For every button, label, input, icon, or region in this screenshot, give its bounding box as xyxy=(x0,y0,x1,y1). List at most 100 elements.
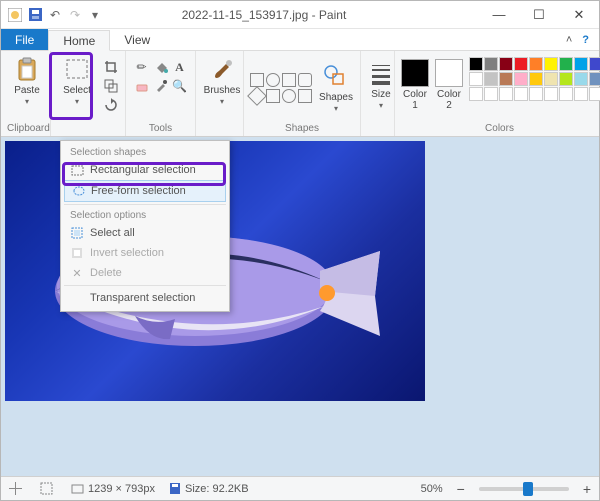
zoom-thumb[interactable] xyxy=(523,482,533,496)
palette-swatch[interactable] xyxy=(529,57,543,71)
delete-item: ✕ Delete xyxy=(64,263,226,283)
shapes-button[interactable]: Shapes▾ xyxy=(318,62,354,114)
freeform-icon xyxy=(71,184,85,198)
minimize-button[interactable]: — xyxy=(479,1,519,28)
freeform-selection-item[interactable]: Free-form selection xyxy=(64,180,226,202)
ribbon: Paste▾ Clipboard Select▾ Image xyxy=(1,51,599,137)
zoom-out-button[interactable]: − xyxy=(457,481,465,497)
palette-swatch[interactable] xyxy=(529,87,543,101)
palette-swatch[interactable] xyxy=(514,57,528,71)
size-button[interactable]: Size▾ xyxy=(367,55,395,111)
palette-swatch[interactable] xyxy=(529,72,543,86)
paint-window: ↶ ↷ ▾ 2022-11-15_153917.jpg - Paint — ☐ … xyxy=(0,0,600,501)
help-icon[interactable]: ? xyxy=(582,34,589,46)
palette-swatch[interactable] xyxy=(499,72,513,86)
selection-size-icon xyxy=(40,482,53,495)
palette-swatch[interactable] xyxy=(544,72,558,86)
clipboard-icon xyxy=(14,57,40,83)
palette-swatch[interactable] xyxy=(469,87,483,101)
select-all-item[interactable]: Select all xyxy=(64,223,226,243)
view-tab[interactable]: View xyxy=(110,29,164,50)
cursor-position xyxy=(9,482,26,495)
palette-swatch[interactable] xyxy=(589,72,600,86)
color1-button[interactable]: Color 1 xyxy=(401,55,429,111)
rotate-icon[interactable] xyxy=(103,97,119,113)
palette-swatch[interactable] xyxy=(589,87,600,101)
quick-access-toolbar: ↶ ↷ ▾ xyxy=(1,7,109,23)
palette-swatch[interactable] xyxy=(469,72,483,86)
status-bar: 1239 × 793px Size: 92.2KB 50% − + xyxy=(1,476,599,500)
color2-button[interactable]: Color 2 xyxy=(435,55,463,111)
palette-swatch[interactable] xyxy=(559,57,573,71)
invert-icon xyxy=(70,246,84,260)
delete-icon: ✕ xyxy=(70,266,84,280)
magnifier-icon[interactable]: 🔍 xyxy=(172,78,187,94)
crop-icon[interactable] xyxy=(103,59,119,75)
undo-icon[interactable]: ↶ xyxy=(47,7,63,23)
clipboard-group: Paste▾ Clipboard xyxy=(1,51,51,136)
zoom-slider[interactable] xyxy=(479,487,569,491)
color-palette[interactable] xyxy=(469,57,600,101)
rectangle-icon xyxy=(70,163,84,177)
collapse-ribbon-icon[interactable]: ˄ xyxy=(566,34,572,46)
palette-swatch[interactable] xyxy=(574,57,588,71)
select-icon xyxy=(64,57,90,83)
app-icon xyxy=(7,7,23,23)
zoom-in-button[interactable]: + xyxy=(583,481,591,497)
select-button[interactable]: Select▾ xyxy=(57,55,97,107)
palette-swatch[interactable] xyxy=(484,57,498,71)
brushes-button[interactable]: Brushes▾ xyxy=(202,55,242,107)
palette-swatch[interactable] xyxy=(574,72,588,86)
qat-dropdown-icon[interactable]: ▾ xyxy=(87,7,103,23)
shapes-group: Shapes▾ Shapes xyxy=(244,51,361,136)
file-tab[interactable]: File xyxy=(1,29,48,50)
palette-swatch[interactable] xyxy=(514,87,528,101)
shapes-group-label: Shapes xyxy=(250,123,354,134)
color2-swatch xyxy=(435,59,463,87)
crosshair-icon xyxy=(9,482,22,495)
window-controls: — ☐ ✕ xyxy=(479,1,599,28)
ribbon-tabs: File Home View ˄ ? xyxy=(1,29,599,51)
selection-options-header: Selection options xyxy=(64,207,226,223)
palette-swatch[interactable] xyxy=(499,57,513,71)
maximize-button[interactable]: ☐ xyxy=(519,1,559,28)
tools-group: ✏ A 🔍 Tools xyxy=(126,51,196,136)
paste-button[interactable]: Paste▾ xyxy=(7,55,47,107)
palette-swatch[interactable] xyxy=(484,87,498,101)
palette-swatch[interactable] xyxy=(559,72,573,86)
picker-icon[interactable] xyxy=(153,78,168,94)
size-group: Size▾ xyxy=(361,51,395,136)
title-bar: ↶ ↷ ▾ 2022-11-15_153917.jpg - Paint — ☐ … xyxy=(1,1,599,29)
disk-icon xyxy=(169,482,181,495)
save-icon[interactable] xyxy=(27,7,43,23)
transparent-selection-item[interactable]: Transparent selection xyxy=(64,288,226,308)
file-size: Size: 92.2KB xyxy=(169,482,249,495)
window-title: 2022-11-15_153917.jpg - Paint xyxy=(109,8,479,22)
resize-icon[interactable] xyxy=(103,78,119,94)
shapes-gallery[interactable] xyxy=(250,73,312,103)
palette-swatch[interactable] xyxy=(484,72,498,86)
fill-icon[interactable] xyxy=(153,59,168,75)
text-icon[interactable]: A xyxy=(172,59,187,75)
brushes-label: Brushes xyxy=(204,85,241,96)
paste-label: Paste xyxy=(14,85,40,96)
palette-swatch[interactable] xyxy=(544,87,558,101)
palette-swatch[interactable] xyxy=(559,87,573,101)
zoom-level: 50% xyxy=(421,483,443,495)
palette-swatch[interactable] xyxy=(499,87,513,101)
close-button[interactable]: ✕ xyxy=(559,1,599,28)
palette-swatch[interactable] xyxy=(589,57,600,71)
tools-group-label: Tools xyxy=(132,123,189,134)
palette-swatch[interactable] xyxy=(469,57,483,71)
dimensions-icon xyxy=(71,482,84,495)
clipboard-group-label: Clipboard xyxy=(7,123,44,134)
home-tab[interactable]: Home xyxy=(48,30,110,51)
palette-swatch[interactable] xyxy=(544,57,558,71)
eraser-icon[interactable] xyxy=(134,78,149,94)
pencil-icon[interactable]: ✏ xyxy=(134,59,149,75)
palette-swatch[interactable] xyxy=(514,72,528,86)
color1-swatch xyxy=(401,59,429,87)
redo-icon[interactable]: ↷ xyxy=(67,7,83,23)
palette-swatch[interactable] xyxy=(574,87,588,101)
rectangular-selection-item[interactable]: Rectangular selection xyxy=(64,160,226,180)
